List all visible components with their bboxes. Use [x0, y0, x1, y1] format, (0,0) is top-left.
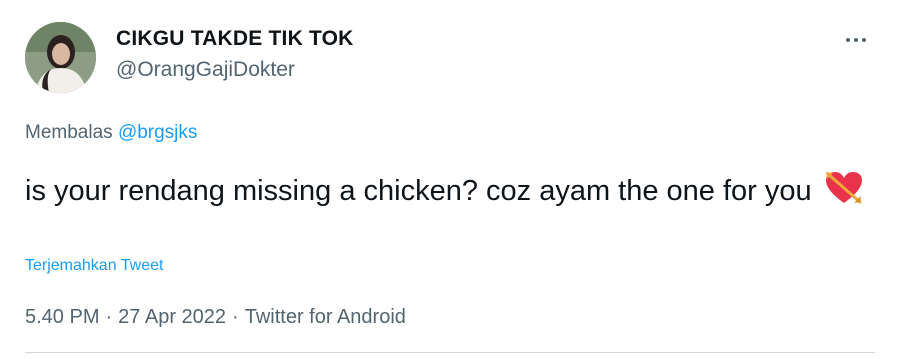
- reply-mention-link[interactable]: @brgsjks: [118, 122, 197, 143]
- translate-tweet-link[interactable]: Terjemahkan Tweet: [25, 257, 163, 275]
- author-handle[interactable]: @OrangGajiDokter: [116, 58, 295, 82]
- author-display-name[interactable]: CIKGU TAKDE TIK TOK: [116, 27, 354, 51]
- reply-prefix: Membalas: [25, 122, 113, 143]
- tweet-date[interactable]: 27 Apr 2022: [118, 306, 226, 328]
- tweet-text: is your rendang missing a chicken? coz a…: [25, 170, 865, 211]
- more-options-button[interactable]: [842, 30, 872, 50]
- tweet-metadata: 5.40 PM · 27 Apr 2022 · Twitter for Android: [25, 306, 406, 329]
- meta-separator: ·: [232, 306, 239, 328]
- ellipsis-dot: [854, 38, 858, 42]
- tweet-card: CIKGU TAKDE TIK TOK @OrangGajiDokter Mem…: [0, 0, 900, 359]
- reply-context: Membalas @brgsjks: [25, 122, 197, 144]
- ellipsis-dot: [862, 38, 866, 42]
- divider: [25, 352, 875, 353]
- ellipsis-icon: [846, 38, 850, 42]
- tweet-body: is your rendang missing a chicken? coz a…: [25, 175, 812, 207]
- tweet-time[interactable]: 5.40 PM: [25, 306, 99, 328]
- tweet-source[interactable]: Twitter for Android: [245, 306, 406, 328]
- meta-separator: ·: [105, 306, 113, 328]
- heart-with-arrow-icon: [824, 170, 864, 206]
- profile-photo-icon: [25, 22, 96, 93]
- avatar[interactable]: [25, 22, 96, 93]
